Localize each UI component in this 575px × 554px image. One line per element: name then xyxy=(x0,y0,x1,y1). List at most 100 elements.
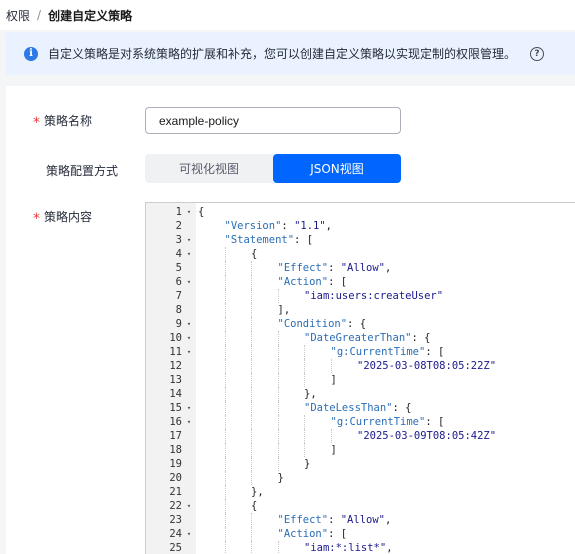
indent-guide xyxy=(277,401,279,415)
code-line: 9 ▾ "Condition": { xyxy=(146,317,575,331)
json-punctuation: ] xyxy=(330,374,337,386)
fold-toggle-icon[interactable]: ▾ xyxy=(185,401,193,415)
indent-guide xyxy=(224,247,226,261)
indent-guide xyxy=(224,317,226,331)
indent-guide xyxy=(277,415,279,429)
fold-toggle-icon[interactable]: ▾ xyxy=(185,233,193,247)
breadcrumb-link-permissions[interactable]: 权限 xyxy=(6,7,30,24)
line-number: 16 xyxy=(169,416,182,428)
indent-guide xyxy=(224,261,226,275)
fold-toggle-icon[interactable]: ▾ xyxy=(185,205,193,219)
fold-toggle-icon[interactable]: ▾ xyxy=(185,247,193,261)
indent-guide xyxy=(224,471,226,485)
fold-toggle-icon[interactable]: ▾ xyxy=(185,275,193,289)
indent-guide xyxy=(224,485,226,499)
indent-guide xyxy=(224,527,226,541)
json-key: "g:CurrentTime" xyxy=(330,346,426,358)
indent-guide xyxy=(251,415,252,429)
line-number: 3 xyxy=(175,234,182,246)
code-text: "g:CurrentTime": [ xyxy=(331,415,445,429)
question-circle-icon[interactable]: ? xyxy=(530,46,545,61)
code-line: 19} xyxy=(146,457,575,471)
code-text: "iam:users:createUser" xyxy=(304,289,443,303)
indent-guide xyxy=(251,289,252,303)
indent-guide xyxy=(304,359,305,373)
line-number: 23 xyxy=(169,514,182,526)
fold-toggle-icon[interactable]: ▾ xyxy=(185,317,193,331)
code-text: "DateLessThan": { xyxy=(304,401,411,415)
visual-view-tab[interactable]: 可视化视图 xyxy=(145,154,273,183)
json-punctuation: , xyxy=(385,514,392,526)
indent-guide xyxy=(224,513,226,527)
policy-name-input[interactable] xyxy=(145,107,401,134)
breadcrumb-current-page: 创建自定义策略 xyxy=(48,8,133,23)
code-line: 1 ▾ { xyxy=(146,205,575,219)
code-text: { xyxy=(251,499,257,513)
fold-toggle-icon[interactable]: ▾ xyxy=(185,331,193,345)
policy-content-label: * 策略内容 xyxy=(33,210,93,227)
fold-toggle-icon[interactable]: ▾ xyxy=(185,345,193,359)
line-number: 15 xyxy=(169,402,182,414)
info-icon: i xyxy=(24,46,38,61)
line-number: 14 xyxy=(169,388,182,400)
json-punctuation: }, xyxy=(251,486,264,498)
code-text: "Effect": "Allow", xyxy=(278,261,392,275)
code-text: "Action": [ xyxy=(278,275,348,289)
line-number: 9 xyxy=(175,318,182,330)
code-lines: 1 ▾{2 "Version": "1.1", 3 ▾ "Statement": [4 ▾{… xyxy=(146,205,575,554)
code-text: "2025-03-08T08:05:22Z" xyxy=(357,359,496,373)
indent-guide xyxy=(224,289,226,303)
indent-guide xyxy=(251,387,252,401)
json-key: "Version" xyxy=(224,220,282,232)
config-mode-switch: 可视化视图 JSON视图 xyxy=(145,154,401,183)
json-string: "iam:users:createUser" xyxy=(304,290,444,302)
indent-guide xyxy=(251,261,252,275)
indent-guide xyxy=(224,401,226,415)
code-line: 2 "Version": "1.1", xyxy=(146,219,575,233)
indent-guide xyxy=(277,359,279,373)
line-number: 17 xyxy=(169,430,182,442)
indent-guide xyxy=(224,457,226,471)
indent-guide xyxy=(277,541,279,554)
line-number: 22 xyxy=(169,500,182,512)
json-view-tab[interactable]: JSON视图 xyxy=(273,154,401,183)
indent-guide xyxy=(304,429,305,443)
indent-guide xyxy=(224,415,226,429)
code-text: ] xyxy=(331,443,337,457)
config-mode-label: 策略配置方式 xyxy=(46,164,119,178)
code-line: 25 "iam:*:list*", xyxy=(146,541,575,554)
code-text: } xyxy=(304,457,310,471)
indent-guide xyxy=(251,443,252,457)
line-number: 7 xyxy=(175,290,182,302)
json-punctuation: { xyxy=(198,206,205,218)
indent-guide xyxy=(277,457,279,471)
code-line: 11 ▾ "g:CurrentTime": [ xyxy=(146,345,575,359)
indent-guide xyxy=(277,331,279,345)
json-key: "g:CurrentTime" xyxy=(330,416,426,428)
line-number: 4 xyxy=(175,248,182,260)
fold-toggle-icon[interactable]: ▾ xyxy=(185,499,193,513)
line-number: 24 xyxy=(169,528,182,540)
json-string: "2025-03-08T08:05:22Z" xyxy=(357,360,497,372)
json-punctuation: : [ xyxy=(425,416,445,428)
fold-toggle-icon[interactable]: ▾ xyxy=(185,527,193,541)
indent-guide xyxy=(224,303,226,317)
code-text: ], xyxy=(278,303,291,317)
indent-guide xyxy=(304,345,305,359)
code-text: "Condition": { xyxy=(278,317,367,331)
code-line: 22 ▾ { xyxy=(146,499,575,513)
json-code-editor[interactable]: 1 ▾{2 "Version": "1.1", 3 ▾ "Statement": [4 ▾{… xyxy=(145,202,575,554)
line-number: 19 xyxy=(169,458,182,470)
indent-guide xyxy=(251,331,252,345)
json-punctuation: : [ xyxy=(328,276,348,288)
code-text: "Statement": [ xyxy=(225,233,314,247)
json-punctuation: , xyxy=(385,262,392,274)
code-text: }, xyxy=(251,485,264,499)
indent-guide xyxy=(251,373,252,387)
indent-guide xyxy=(251,513,252,527)
code-line: 4 ▾ { xyxy=(146,247,575,261)
indent-guide xyxy=(224,429,226,443)
fold-toggle-icon[interactable]: ▾ xyxy=(185,415,193,429)
json-key: "Action" xyxy=(277,528,329,540)
code-text: "DateGreaterThan": { xyxy=(304,331,430,345)
